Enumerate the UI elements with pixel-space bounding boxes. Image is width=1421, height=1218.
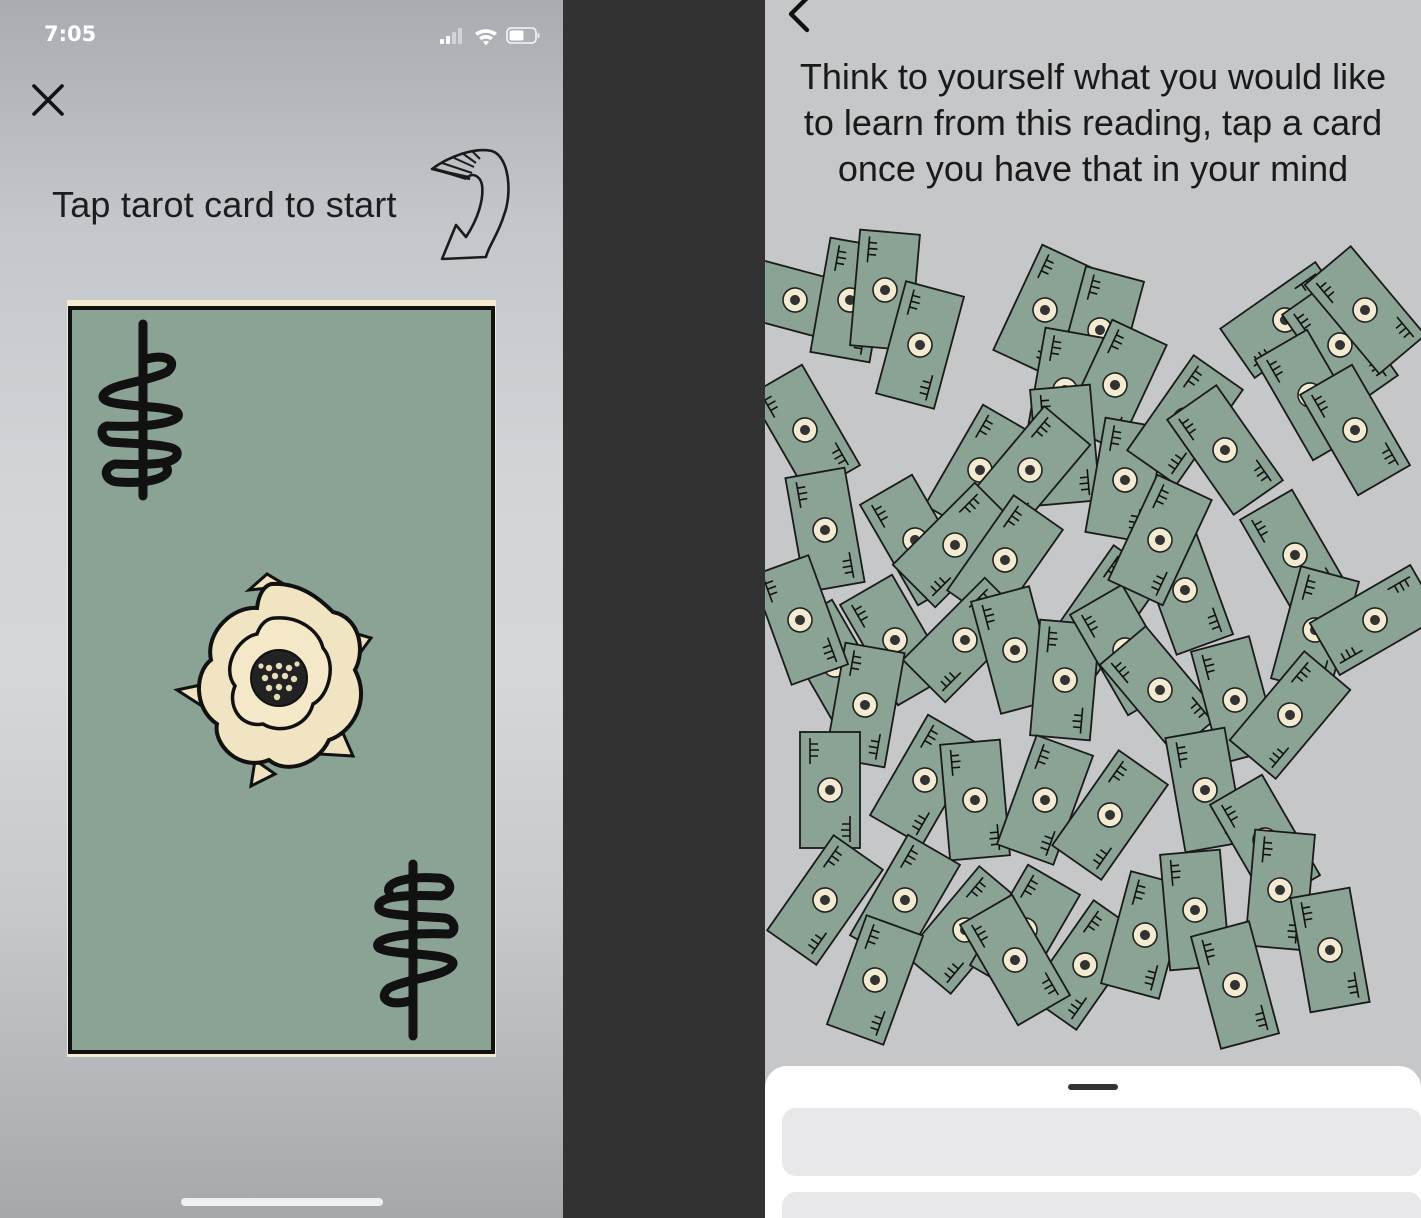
start-hint: Tap tarot card to start	[52, 184, 397, 225]
curved-arrow-icon	[430, 148, 510, 261]
tarot-card-back[interactable]	[1289, 886, 1371, 1014]
card-artwork	[67, 300, 496, 1057]
bottom-sheet	[765, 1066, 1421, 1218]
close-icon[interactable]	[26, 78, 70, 122]
status-time: 7:05	[44, 22, 97, 46]
reading-prompt: Think to yourself what you would like to…	[765, 54, 1421, 192]
intro-screen: 7:05 Tap tarot card to start	[0, 0, 563, 1218]
tarot-card-back[interactable]	[799, 731, 861, 849]
prompt-line: once you have that in your mind	[837, 148, 1349, 189]
tarot-card-back[interactable]	[825, 914, 925, 1046]
status-bar: 7:05	[0, 0, 563, 70]
chevron-left-icon[interactable]	[779, 0, 819, 34]
battery-icon	[506, 27, 540, 44]
notes-field[interactable]	[782, 1192, 1421, 1218]
card-pick-screen: Think to yourself what you would like to…	[765, 0, 1421, 1218]
tarot-card-back[interactable]	[67, 300, 496, 1057]
cellular-signal-icon	[440, 28, 462, 44]
status-icons	[440, 27, 540, 46]
prompt-line: to learn from this reading, tap a card	[803, 102, 1383, 143]
home-indicator	[181, 1198, 383, 1206]
reading-title-field[interactable]	[782, 1108, 1421, 1176]
wifi-icon	[475, 29, 497, 46]
sheet-drag-handle[interactable]	[1068, 1084, 1118, 1090]
prompt-line: Think to yourself what you would like	[799, 56, 1387, 97]
